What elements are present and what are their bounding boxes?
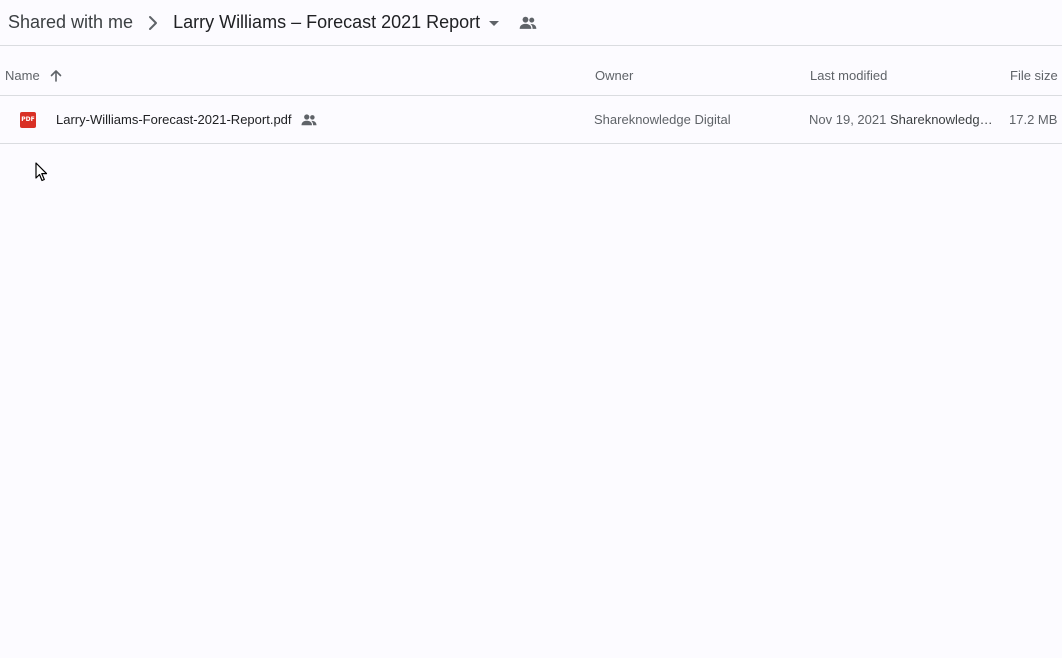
mouse-pointer-icon [35, 162, 49, 182]
column-header-row: Name Owner Last modified File size [0, 56, 1062, 96]
file-modified-date: Nov 19, 2021 [809, 112, 887, 127]
chevron-right-icon [141, 11, 165, 35]
people-icon[interactable] [516, 11, 540, 35]
file-size: 17.2 MB [1009, 112, 1058, 127]
file-modified-by: Shareknowledge Digital [890, 96, 996, 143]
drive-file-browser: Shared with me Larry Williams – Forecast… [0, 0, 1062, 658]
pdf-icon: PDF [20, 96, 36, 143]
file-name-cell[interactable]: Larry-Williams-Forecast-2021-Report.pdf [56, 96, 318, 143]
breadcrumb-shared-with-me[interactable]: Shared with me [8, 8, 133, 37]
column-header-name-label: Name [5, 68, 40, 83]
column-header-last-modified[interactable]: Last modified [810, 56, 887, 95]
people-icon [300, 111, 318, 129]
pdf-badge: PDF [20, 111, 36, 128]
file-modified-by-label: Shareknowledge Digital [890, 112, 996, 127]
file-owner: Shareknowledge Digital [594, 112, 731, 127]
column-header-owner[interactable]: Owner [595, 56, 633, 95]
breadcrumb: Shared with me Larry Williams – Forecast… [0, 0, 1062, 46]
column-header-file-size[interactable]: File size [1010, 56, 1058, 95]
breadcrumb-current-folder[interactable]: Larry Williams – Forecast 2021 Report [173, 7, 506, 39]
column-header-name[interactable]: Name [5, 56, 64, 95]
arrow-up-icon[interactable] [48, 68, 64, 84]
caret-down-icon[interactable] [482, 11, 506, 35]
file-name: Larry-Williams-Forecast-2021-Report.pdf [56, 112, 292, 127]
file-row[interactable]: PDF Larry-Williams-Forecast-2021-Report.… [0, 96, 1062, 144]
breadcrumb-current-label: Larry Williams – Forecast 2021 Report [173, 12, 481, 32]
